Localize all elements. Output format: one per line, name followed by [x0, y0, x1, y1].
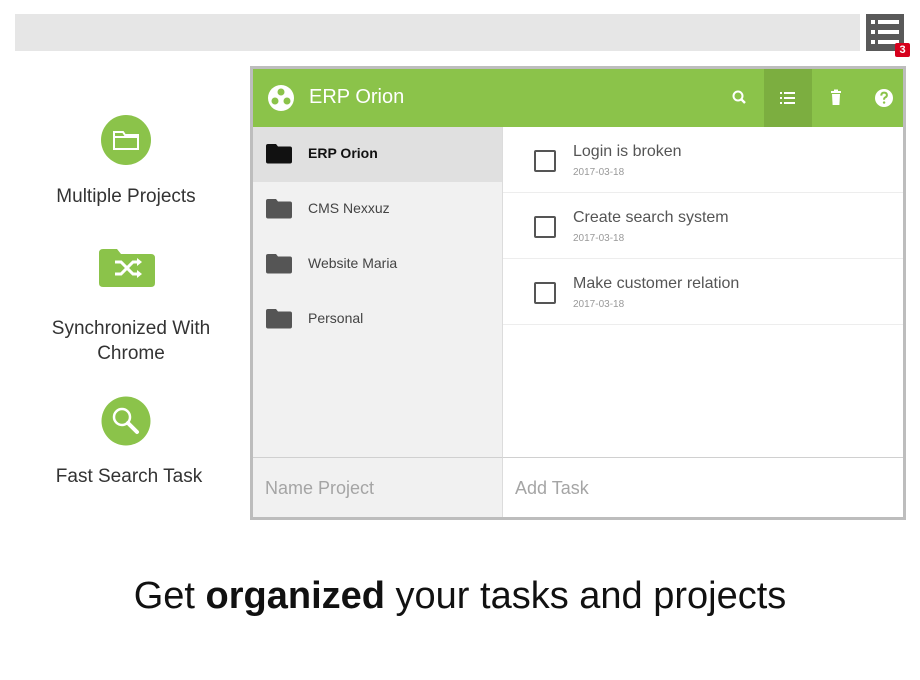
task-item: Create search system 2017-03-18	[503, 193, 903, 259]
app-header: ERP Orion	[253, 69, 903, 127]
project-item-erp-orion[interactable]: ERP Orion	[253, 127, 502, 182]
list-view-button[interactable]	[764, 69, 812, 127]
project-item-website-maria[interactable]: Website Maria	[253, 237, 502, 292]
task-checkbox[interactable]	[534, 216, 556, 238]
app-logo-icon	[268, 85, 294, 111]
search-icon	[101, 396, 151, 446]
add-task-bar	[503, 457, 903, 517]
feature-label: Fast Search Task	[55, 466, 203, 487]
trash-icon	[831, 89, 841, 105]
folder-icon	[266, 254, 292, 274]
feature-label: Multiple Projects	[56, 186, 196, 207]
add-task-input[interactable]	[513, 472, 737, 504]
project-label: Website Maria	[308, 255, 398, 271]
folder-icon	[266, 144, 292, 164]
help-icon	[875, 89, 893, 107]
feature-multiple-projects: Multiple Projects	[6, 184, 246, 209]
task-list: Login is broken 2017-03-18 Create search…	[503, 127, 903, 457]
project-item-cms-nexxuz[interactable]: CMS Nexxuz	[253, 182, 502, 237]
project-label: CMS Nexxuz	[308, 200, 390, 216]
feature-fast-search: Fast Search Task	[9, 464, 249, 489]
help-button[interactable]	[860, 69, 903, 127]
task-date: 2017-03-18	[573, 167, 625, 178]
project-label: Personal	[308, 310, 364, 326]
project-list: ERP Orion CMS Nexxuz Website Maria Perso…	[253, 127, 503, 457]
folder-icon	[101, 115, 151, 165]
browser-toolbar	[15, 14, 860, 51]
task-title[interactable]: Create search system	[573, 209, 729, 227]
task-item: Make customer relation 2017-03-18	[503, 259, 903, 325]
list-icon	[780, 92, 795, 104]
delete-button[interactable]	[812, 69, 860, 127]
tagline-bold: organized	[205, 575, 385, 617]
search-button[interactable]	[716, 69, 764, 127]
project-label: ERP Orion	[308, 145, 378, 161]
tagline-post: your tasks and projects	[384, 575, 787, 617]
app-title: ERP Orion	[309, 86, 405, 108]
task-title[interactable]: Login is broken	[573, 143, 682, 161]
feature-synchronized: Synchronized With Chrome	[11, 316, 251, 366]
name-project-input[interactable]	[263, 472, 487, 504]
search-icon	[732, 90, 746, 104]
feature-label-line2: Chrome	[97, 343, 165, 364]
tagline-pre: Get	[133, 575, 206, 617]
feature-label-line1: Synchronized With	[51, 318, 211, 339]
project-item-personal[interactable]: Personal	[253, 292, 502, 347]
task-date: 2017-03-18	[573, 299, 625, 310]
tagline: Get organized your tasks and projects	[0, 575, 920, 618]
task-checkbox[interactable]	[534, 282, 556, 304]
folder-icon	[266, 309, 292, 329]
task-checkbox[interactable]	[534, 150, 556, 172]
name-project-bar	[253, 457, 503, 517]
task-title[interactable]: Make customer relation	[573, 275, 739, 293]
folder-icon	[266, 199, 292, 219]
extension-badge: 3	[895, 43, 910, 57]
task-item: Login is broken 2017-03-18	[503, 127, 903, 193]
app-window: ERP Orion ERP Orion CMS Nexxuz Website M…	[250, 66, 906, 520]
task-date: 2017-03-18	[573, 233, 625, 244]
shuffle-folder-icon	[99, 249, 155, 287]
